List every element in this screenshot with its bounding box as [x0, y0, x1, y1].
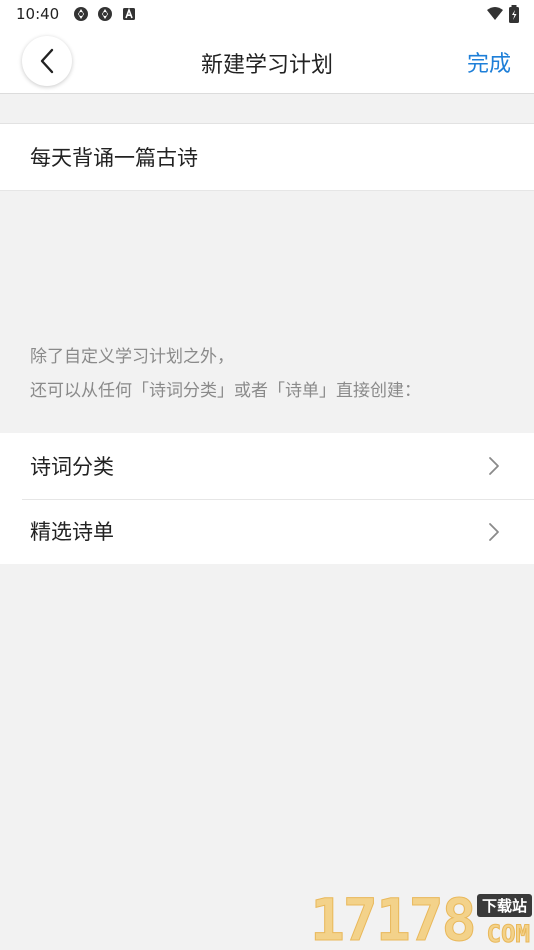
hint-line-2: 还可以从任何「诗词分类」或者「诗单」直接创建： [30, 381, 421, 401]
watermark-logo: 17178 下载站 COM [310, 890, 534, 950]
font-icon [123, 7, 136, 20]
source-list: 诗词分类 精选诗单 [0, 433, 534, 564]
nav-bar: 新建学习计划 完成 [0, 28, 534, 94]
plan-name-input[interactable]: 每天背诵一篇古诗 [0, 123, 534, 191]
sync-icon [74, 7, 89, 21]
hint-text: 除了自定义学习计划之外， 还可以从任何「诗词分类」或者「诗单」直接创建： [30, 340, 421, 408]
battery-icon [509, 5, 519, 23]
list-item-label: 诗词分类 [30, 454, 114, 479]
chevron-right-icon [489, 522, 499, 541]
screen: 10:40 新建学习计划 完成 每天背诵一篇古诗 除了自定义学习计划之外， 还可… [0, 0, 534, 950]
hint-line-1: 除了自定义学习计划之外， [30, 347, 234, 367]
watermark-badge: 下载站 [476, 894, 532, 917]
watermark-com: COM [486, 920, 530, 949]
list-item-label: 精选诗单 [30, 520, 114, 545]
status-right [486, 5, 520, 23]
status-time: 10:40 [16, 5, 60, 23]
status-bar: 10:40 [0, 0, 534, 28]
done-button[interactable]: 完成 [467, 46, 511, 78]
wifi-icon [487, 7, 503, 20]
list-item-selected-poem-lists[interactable]: 精选诗单 [0, 498, 534, 565]
chevron-right-icon [489, 457, 499, 475]
list-item-poem-categories[interactable]: 诗词分类 [0, 433, 534, 499]
page-title: 新建学习计划 [200, 53, 333, 78]
watermark-digits: 17178 [310, 886, 478, 950]
sync-icon [98, 7, 113, 21]
